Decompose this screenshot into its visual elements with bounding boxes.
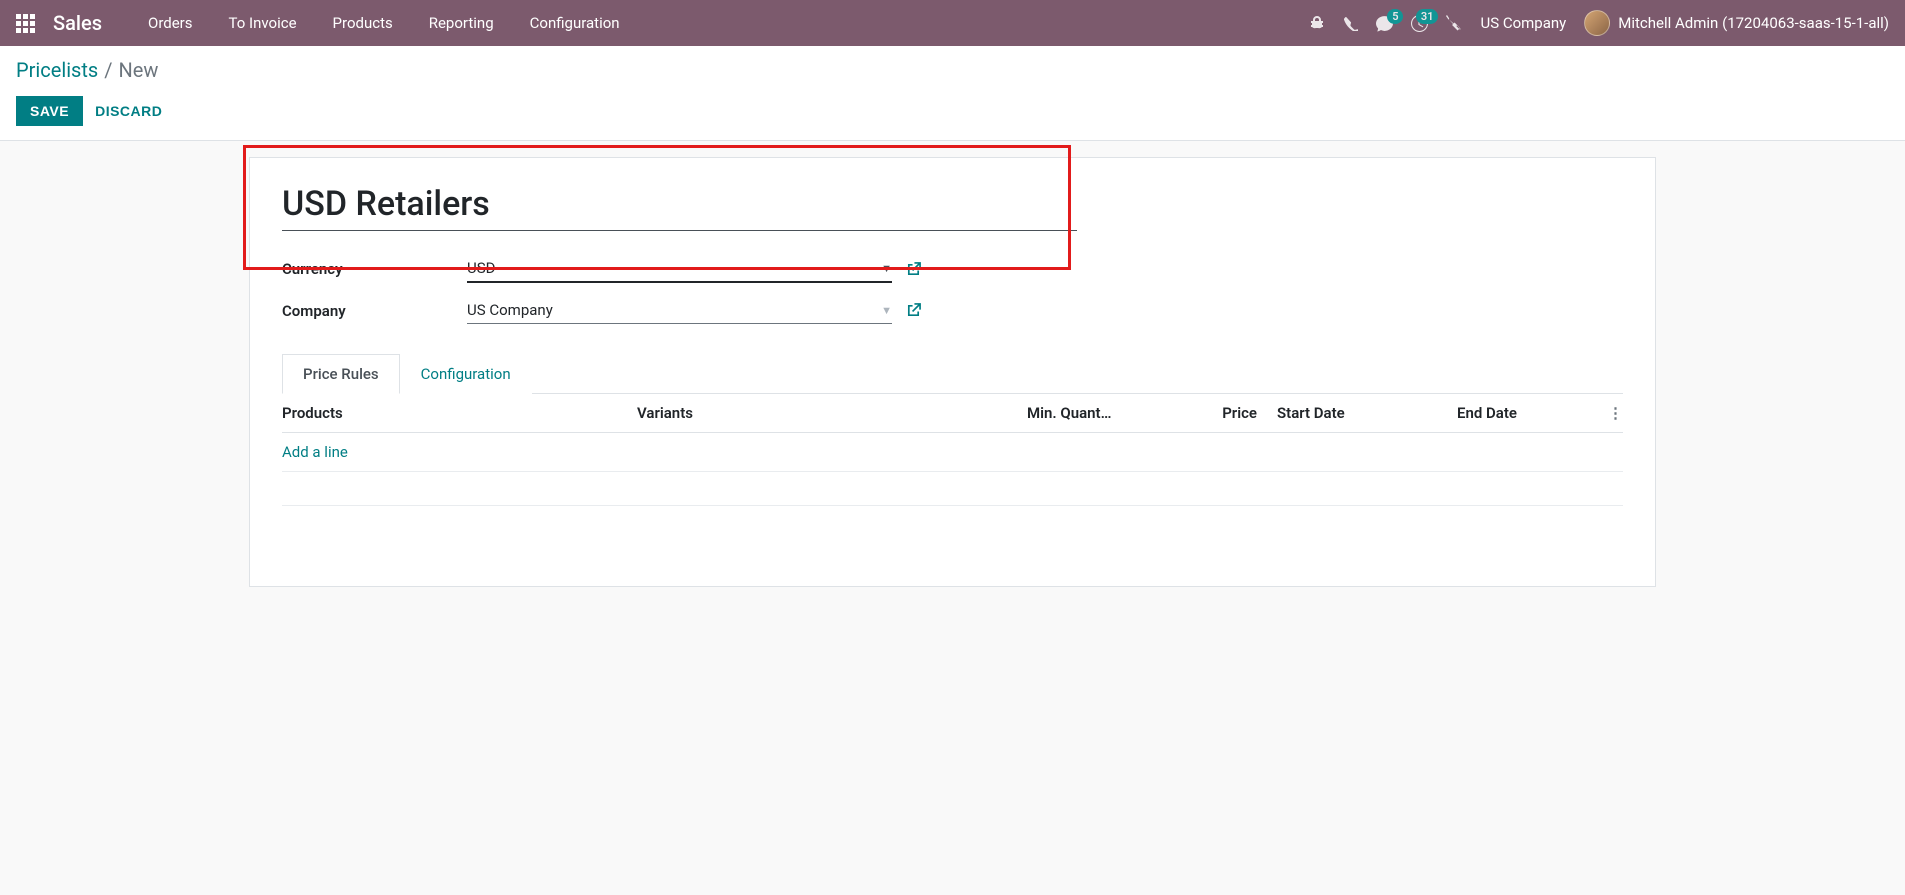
header-price[interactable]: Price bbox=[1197, 404, 1257, 422]
messaging-badge: 5 bbox=[1387, 9, 1403, 24]
company-group: Company US Company ▼ bbox=[282, 297, 1623, 324]
nav-right: 5 31 US Company Mitchell Admin (17204063… bbox=[1309, 10, 1889, 36]
breadcrumb-separator: / bbox=[104, 58, 112, 82]
nav-products[interactable]: Products bbox=[315, 14, 411, 32]
tabs: Price Rules Configuration bbox=[282, 354, 1623, 394]
company-label: Company bbox=[282, 302, 467, 320]
header-start-date[interactable]: Start Date bbox=[1257, 404, 1437, 422]
apps-icon[interactable] bbox=[16, 14, 35, 33]
tab-configuration[interactable]: Configuration bbox=[400, 354, 532, 394]
breadcrumb-current: New bbox=[119, 58, 159, 82]
company-value: US Company bbox=[467, 301, 553, 319]
app-title[interactable]: Sales bbox=[53, 11, 102, 35]
pricelist-name-input[interactable] bbox=[282, 182, 1077, 231]
form-sheet: Currency USD ▼ Company US Company ▼ bbox=[249, 157, 1656, 587]
activities-badge: 31 bbox=[1416, 9, 1439, 24]
header-min-qty[interactable]: Min. Quant… bbox=[1027, 404, 1197, 422]
tools-icon[interactable] bbox=[1446, 15, 1462, 31]
nav-menu: Orders To Invoice Products Reporting Con… bbox=[130, 14, 638, 32]
nav-reporting[interactable]: Reporting bbox=[411, 14, 512, 32]
table-header: Products Variants Min. Quant… Price Star… bbox=[282, 394, 1623, 433]
currency-dropdown[interactable]: USD ▼ bbox=[467, 255, 892, 283]
phone-icon[interactable] bbox=[1343, 16, 1358, 31]
header-variants[interactable]: Variants bbox=[637, 404, 1027, 422]
form-sheet-bg: Currency USD ▼ Company US Company ▼ bbox=[0, 141, 1905, 603]
currency-external-link-icon[interactable] bbox=[906, 262, 921, 277]
table-body: Add a line bbox=[282, 433, 1623, 472]
save-button[interactable]: SAVE bbox=[16, 96, 83, 126]
control-panel: Pricelists/ New SAVE DISCARD bbox=[0, 46, 1905, 141]
nav-to-invoice[interactable]: To Invoice bbox=[211, 14, 315, 32]
header-end-date[interactable]: End Date bbox=[1437, 404, 1597, 422]
chevron-down-icon: ▼ bbox=[881, 262, 892, 275]
currency-group: Currency USD ▼ bbox=[282, 255, 1623, 283]
tab-price-rules[interactable]: Price Rules bbox=[282, 354, 400, 394]
avatar bbox=[1584, 10, 1610, 36]
nav-configuration[interactable]: Configuration bbox=[512, 14, 638, 32]
company-dropdown[interactable]: US Company ▼ bbox=[467, 297, 892, 324]
navbar: Sales Orders To Invoice Products Reporti… bbox=[0, 0, 1905, 46]
messaging-icon[interactable]: 5 bbox=[1376, 15, 1393, 32]
empty-row bbox=[282, 472, 1623, 506]
rules-table: Products Variants Min. Quant… Price Star… bbox=[282, 394, 1623, 506]
company-switcher[interactable]: US Company bbox=[1480, 14, 1566, 32]
debug-icon[interactable] bbox=[1309, 15, 1325, 31]
chevron-down-icon: ▼ bbox=[881, 304, 892, 317]
company-external-link-icon[interactable] bbox=[906, 303, 921, 318]
control-buttons: SAVE DISCARD bbox=[16, 96, 1889, 126]
user-menu[interactable]: Mitchell Admin (17204063-saas-15-1-all) bbox=[1584, 10, 1889, 36]
currency-label: Currency bbox=[282, 260, 467, 278]
discard-button[interactable]: DISCARD bbox=[95, 103, 162, 119]
currency-value: USD bbox=[467, 259, 495, 277]
nav-orders[interactable]: Orders bbox=[130, 14, 211, 32]
activities-icon[interactable]: 31 bbox=[1411, 15, 1428, 32]
table-menu-icon[interactable]: ⋮ bbox=[1597, 404, 1623, 422]
breadcrumb-parent[interactable]: Pricelists bbox=[16, 58, 98, 82]
user-name: Mitchell Admin (17204063-saas-15-1-all) bbox=[1618, 14, 1889, 32]
add-line-link[interactable]: Add a line bbox=[282, 443, 348, 461]
breadcrumb: Pricelists/ New bbox=[16, 58, 1889, 82]
header-products[interactable]: Products bbox=[282, 404, 637, 422]
